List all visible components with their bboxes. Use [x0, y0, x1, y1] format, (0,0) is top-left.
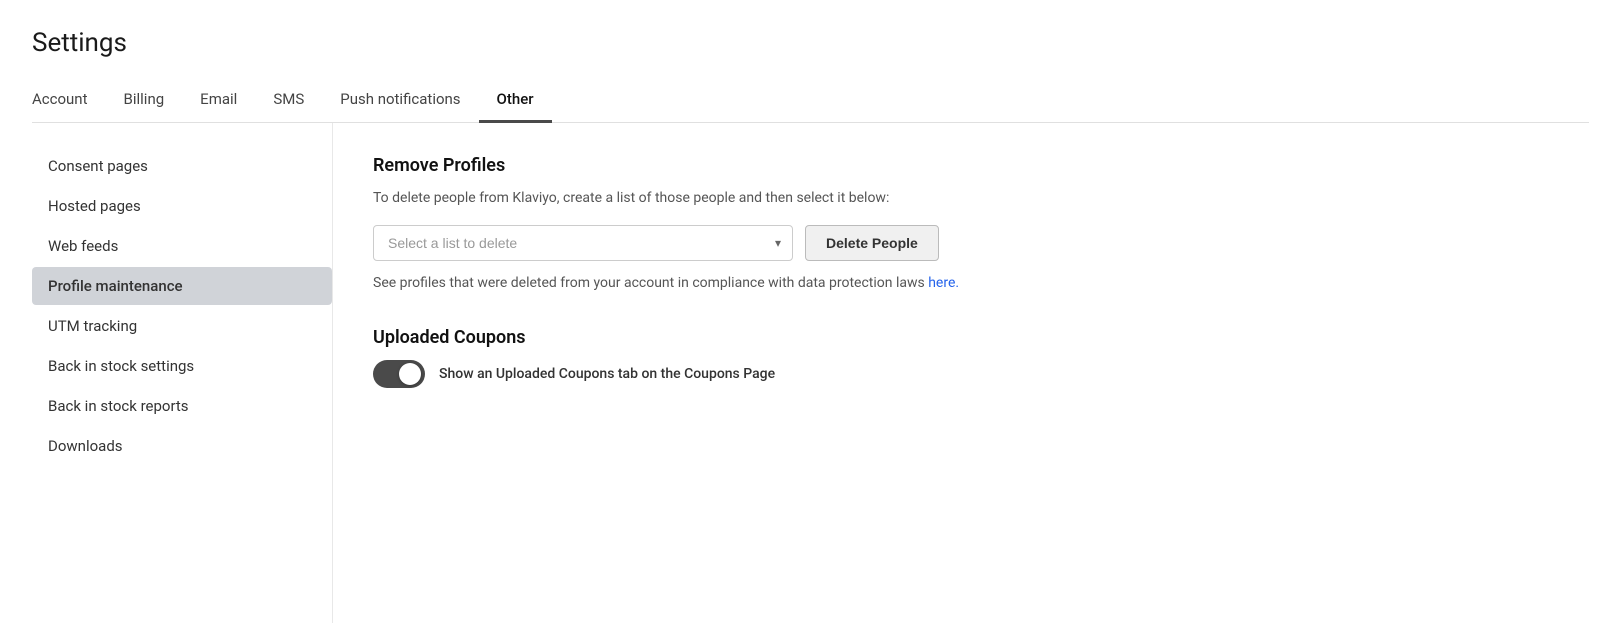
sidebar-item-profile-maintenance[interactable]: Profile maintenance: [32, 267, 332, 305]
compliance-link[interactable]: here.: [928, 275, 959, 291]
sidebar-item-downloads[interactable]: Downloads: [32, 427, 332, 465]
page-title: Settings: [32, 28, 1589, 58]
content-area: Remove Profiles To delete people from Kl…: [332, 123, 1589, 623]
sidebar-item-consent-pages[interactable]: Consent pages: [32, 147, 332, 185]
sidebar-item-web-feeds[interactable]: Web feeds: [32, 227, 332, 265]
sidebar-item-hosted-pages[interactable]: Hosted pages: [32, 187, 332, 225]
select-row: Select a list to delete ▾ Delete People: [373, 225, 1549, 261]
remove-profiles-section: Remove Profiles To delete people from Kl…: [373, 155, 1549, 291]
toggle-track: [373, 360, 425, 388]
sidebar-item-back-in-stock-settings[interactable]: Back in stock settings: [32, 347, 332, 385]
list-select-wrapper: Select a list to delete ▾: [373, 225, 793, 261]
uploaded-coupons-title: Uploaded Coupons: [373, 327, 1549, 348]
sidebar-item-back-in-stock-reports[interactable]: Back in stock reports: [32, 387, 332, 425]
sidebar: Consent pages Hosted pages Web feeds Pro…: [32, 123, 332, 623]
tab-sms[interactable]: SMS: [255, 80, 322, 123]
tab-email[interactable]: Email: [182, 80, 255, 123]
page-header: Settings Account Billing Email SMS Push …: [0, 0, 1621, 123]
toggle-row: Show an Uploaded Coupons tab on the Coup…: [373, 360, 1549, 388]
tab-push-notifications[interactable]: Push notifications: [322, 80, 478, 123]
remove-profiles-title: Remove Profiles: [373, 155, 1549, 176]
tab-other[interactable]: Other: [479, 80, 552, 123]
uploaded-coupons-toggle[interactable]: [373, 360, 425, 388]
list-select[interactable]: Select a list to delete: [373, 225, 793, 261]
toggle-label: Show an Uploaded Coupons tab on the Coup…: [439, 366, 775, 382]
tab-account[interactable]: Account: [32, 80, 106, 123]
sidebar-item-utm-tracking[interactable]: UTM tracking: [32, 307, 332, 345]
nav-tabs: Account Billing Email SMS Push notificat…: [32, 80, 1589, 123]
compliance-text: See profiles that were deleted from your…: [373, 275, 1549, 291]
toggle-thumb: [399, 363, 421, 385]
uploaded-coupons-section: Uploaded Coupons Show an Uploaded Coupon…: [373, 327, 1549, 388]
tab-billing[interactable]: Billing: [106, 80, 183, 123]
remove-profiles-description: To delete people from Klaviyo, create a …: [373, 188, 1549, 209]
delete-people-button[interactable]: Delete People: [805, 225, 939, 261]
main-content: Consent pages Hosted pages Web feeds Pro…: [0, 123, 1621, 623]
